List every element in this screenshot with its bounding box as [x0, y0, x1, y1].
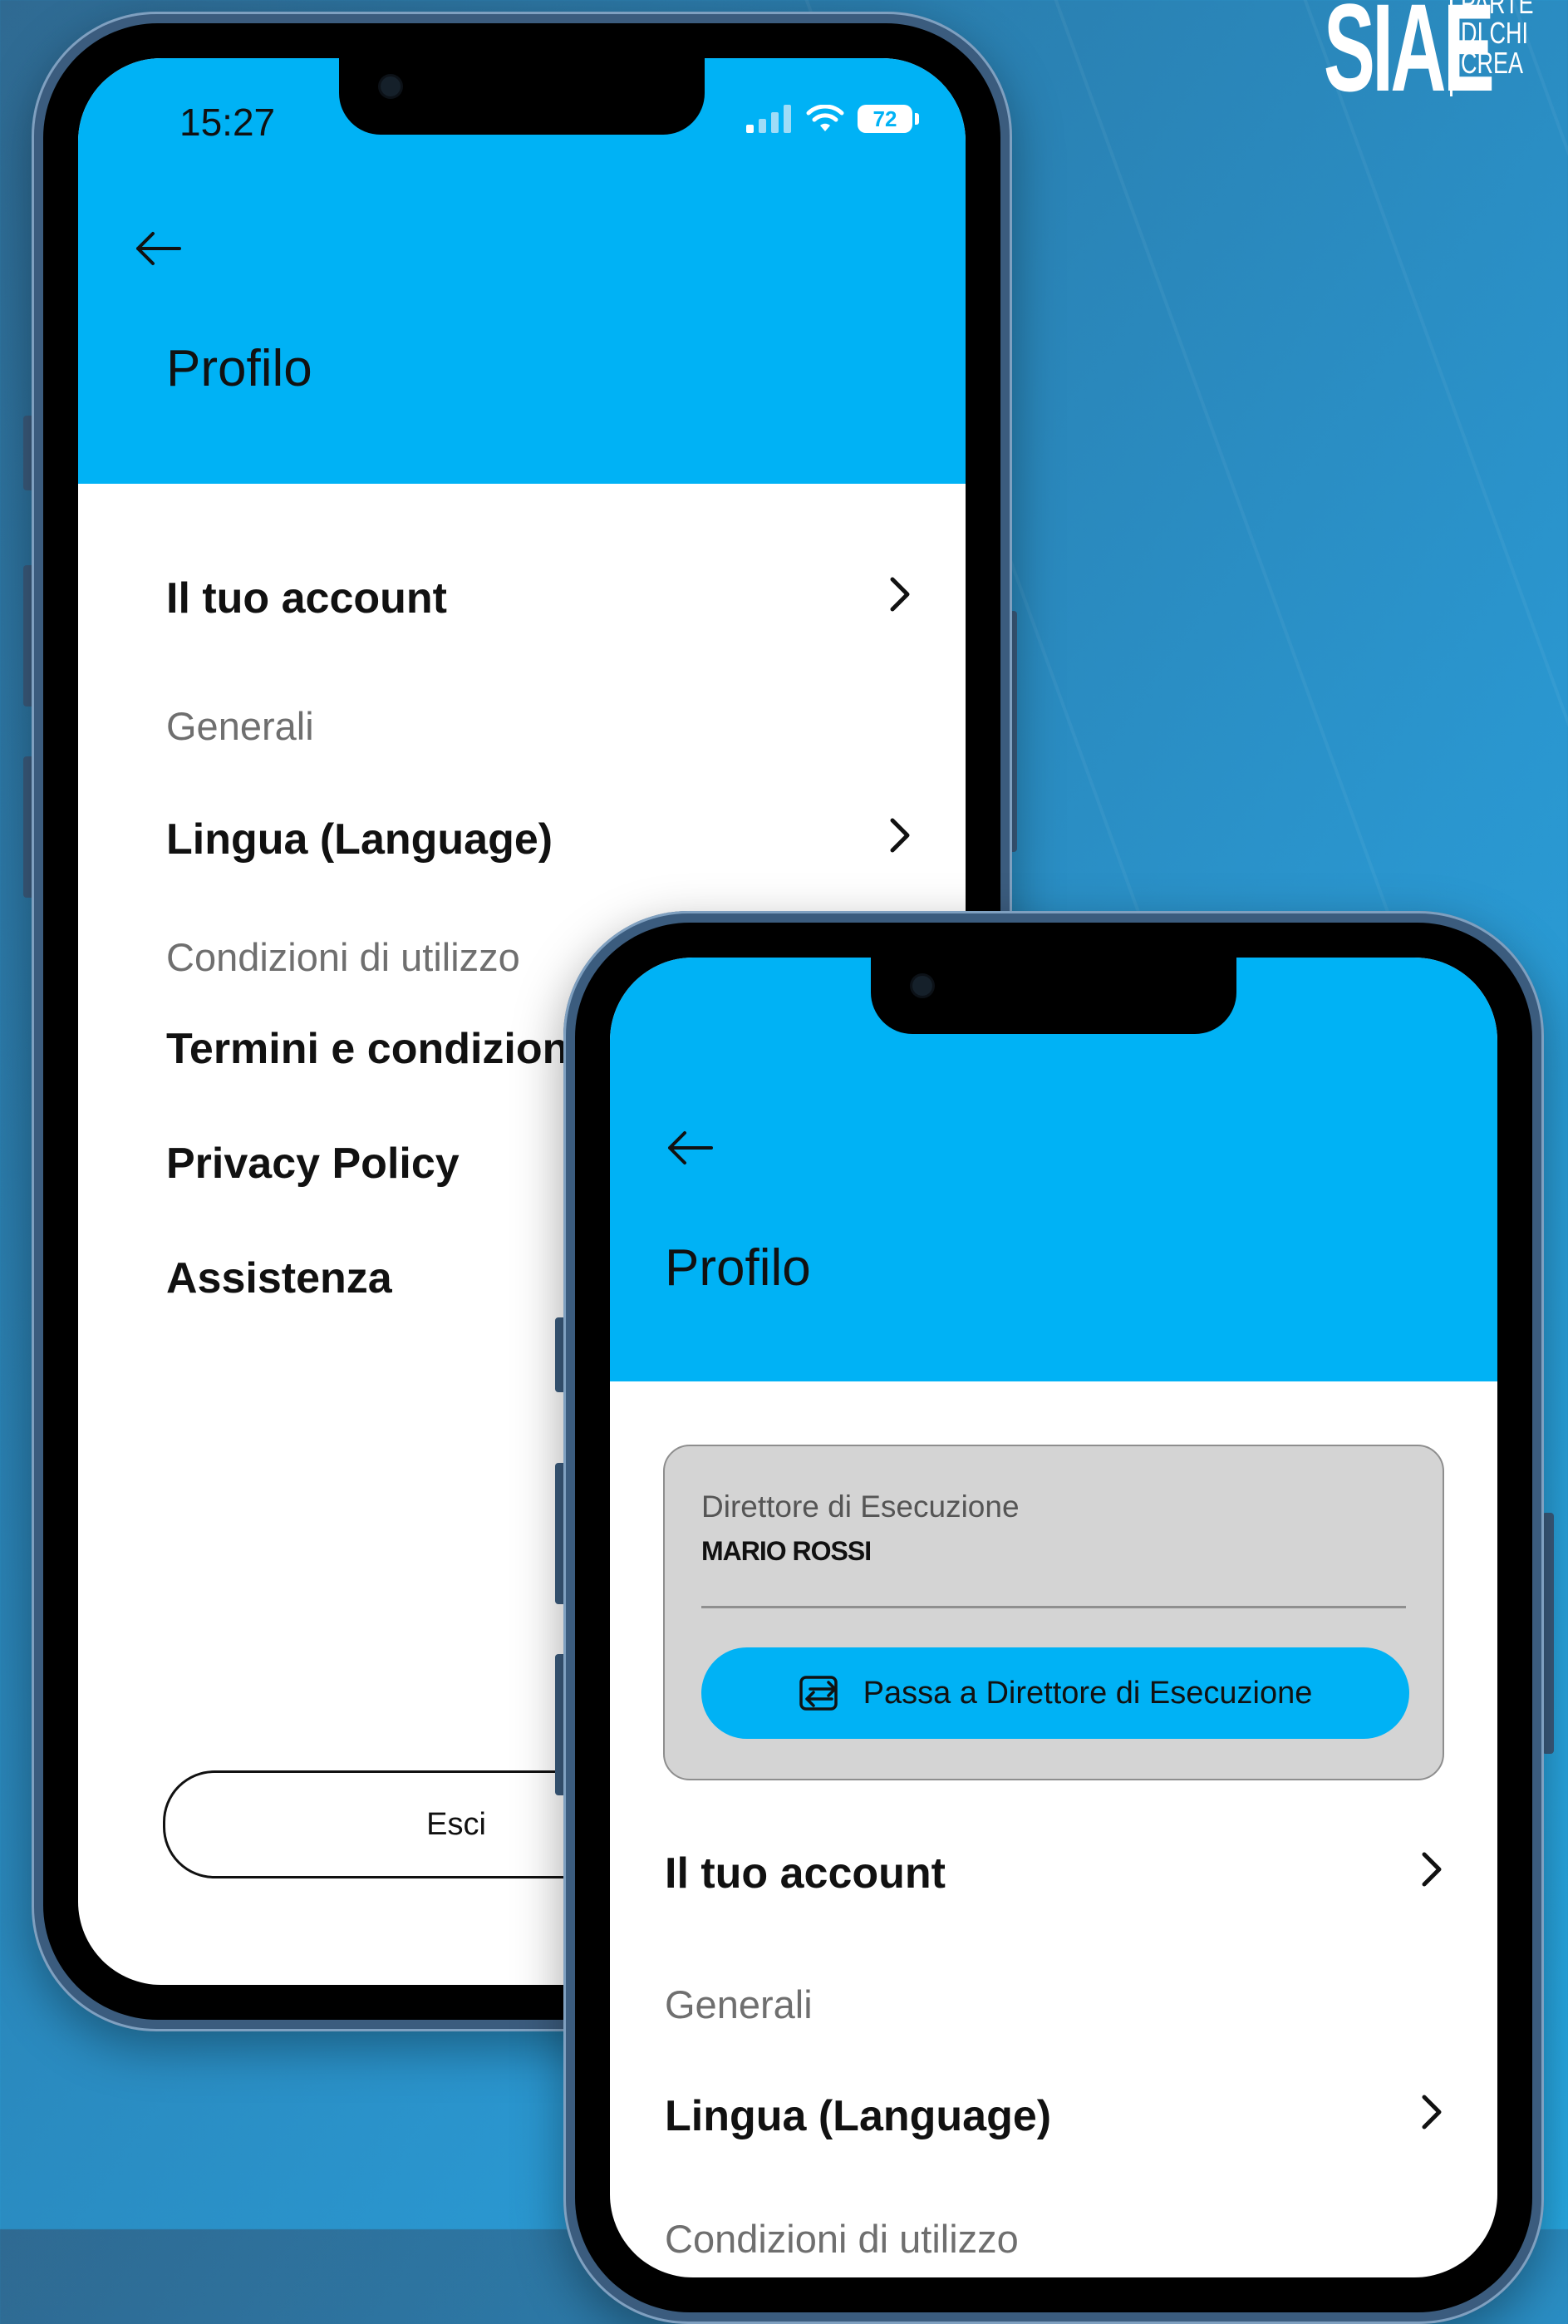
- chevron-right-icon: [1421, 2092, 1443, 2140]
- section-terms: Condizioni di utilizzo: [665, 2217, 1019, 2261]
- switch-role-button[interactable]: Passa a Direttore di Esecuzione: [701, 1647, 1409, 1739]
- chevron-right-icon: [889, 574, 911, 623]
- status-time: 15:27: [179, 101, 276, 144]
- back-arrow-icon[interactable]: [133, 229, 183, 274]
- front-phone: Profilo Direttore di Esecuzione MARIO RO…: [563, 911, 1544, 2324]
- wifi-icon: [806, 105, 844, 131]
- switch-role-label: Passa a Direttore di Esecuzione: [863, 1675, 1313, 1711]
- menu-item-label: Il tuo account: [665, 1849, 946, 1898]
- menu-item-account[interactable]: Il tuo account: [665, 1849, 1443, 1898]
- menu-item-label: Lingua (Language): [665, 2092, 1052, 2140]
- chevron-right-icon: [1421, 1849, 1443, 1898]
- menu-item-language[interactable]: Lingua (Language): [166, 815, 911, 864]
- menu-item-label: Il tuo account: [166, 574, 447, 623]
- camera: [381, 76, 401, 96]
- front-phone-screen: Profilo Direttore di Esecuzione MARIO RO…: [610, 958, 1497, 2277]
- menu-item-language[interactable]: Lingua (Language): [665, 2091, 1443, 2141]
- chevron-right-icon: [889, 815, 911, 864]
- menu-item-label: Lingua (Language): [166, 815, 553, 864]
- battery-icon: 72: [858, 105, 919, 133]
- section-general: Generali: [166, 704, 314, 748]
- signal-icon: [746, 105, 791, 133]
- back-arrow-icon[interactable]: [665, 1129, 715, 1174]
- phone-side-button: [1542, 1513, 1554, 1754]
- page-title: Profilo: [665, 1239, 811, 1297]
- menu-item-account[interactable]: Il tuo account: [166, 574, 911, 623]
- role-card: Direttore di Esecuzione MARIO ROSSI Pass…: [663, 1445, 1444, 1780]
- section-general: Generali: [665, 1982, 813, 2026]
- status-icons: 72: [746, 105, 919, 133]
- card-divider: [701, 1606, 1406, 1608]
- siae-logo: SIAE PARTE DI CHI CREA: [1221, 0, 1558, 110]
- logo-tagline: PARTE DI CHI CREA: [1461, 0, 1534, 80]
- camera: [912, 976, 932, 996]
- role-label: Direttore di Esecuzione: [701, 1489, 1020, 1524]
- swap-icon: [799, 1676, 838, 1711]
- status-bar: 15:27 72: [78, 100, 966, 150]
- page-title: Profilo: [166, 340, 312, 397]
- user-name: MARIO ROSSI: [701, 1536, 872, 1566]
- notch: [871, 958, 1236, 1034]
- logout-label: Esci: [426, 1806, 486, 1842]
